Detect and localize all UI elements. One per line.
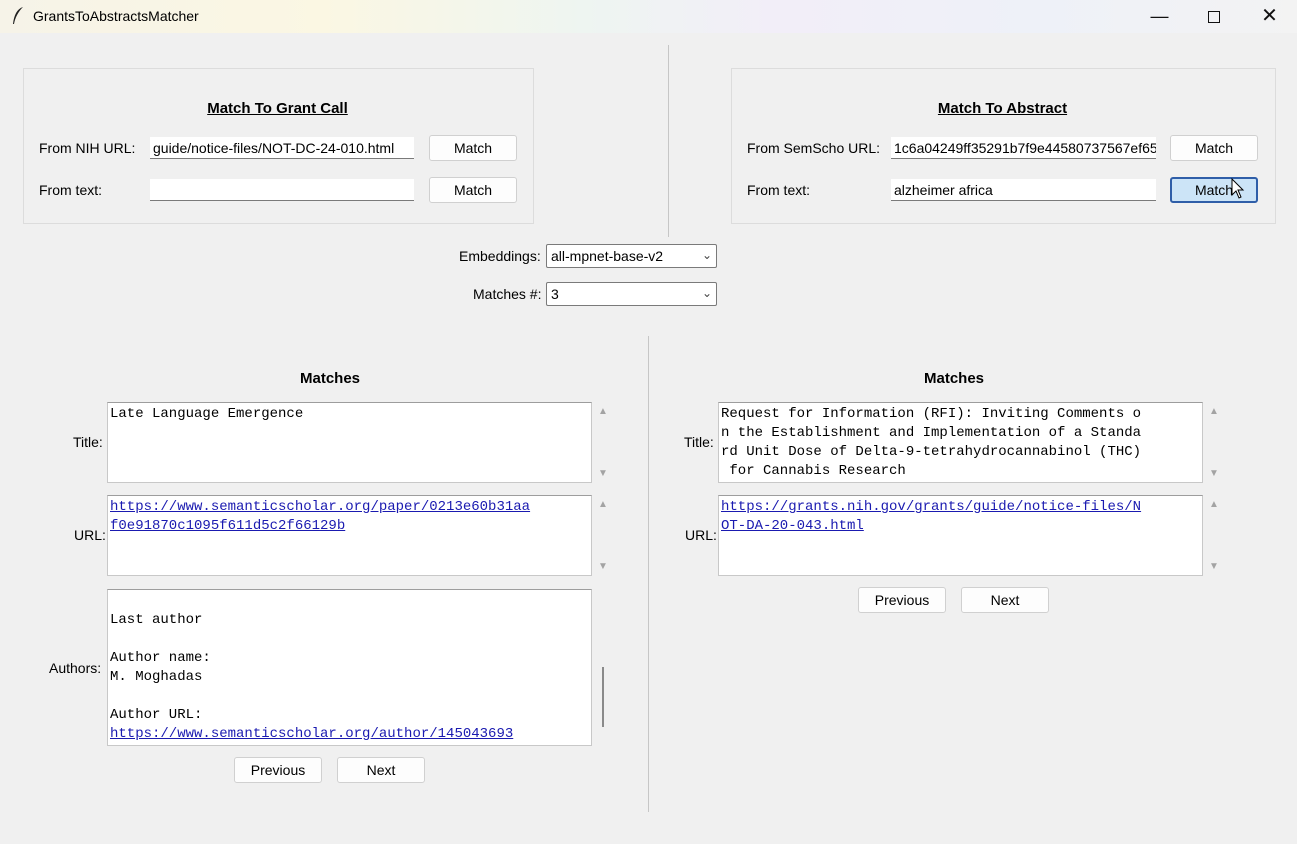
left-authors-label: Authors:	[49, 660, 102, 676]
scroll-up-icon[interactable]: ▲	[1209, 499, 1219, 510]
left-authors-scrollbar[interactable]	[593, 589, 613, 746]
right-url-label: URL:	[685, 527, 717, 543]
title-bar: GrantsToAbstractsMatcher — ✕	[0, 0, 1297, 33]
matches-count-select[interactable]: 3 ⌄	[546, 282, 717, 306]
left-authors-textbox[interactable]: Last author Author name: M. Moghadas Aut…	[107, 589, 592, 746]
results-divider	[648, 336, 649, 812]
left-url-textbox[interactable]: https://www.semanticscholar.org/paper/02…	[107, 495, 592, 576]
semscho-url-label: From SemScho URL:	[747, 140, 881, 156]
left-url-link-line1[interactable]: https://www.semanticscholar.org/paper/02…	[110, 499, 530, 515]
right-title-line2: n the Establishment and Implementation o…	[721, 425, 1142, 441]
scrollbar-thumb[interactable]	[602, 667, 604, 727]
scroll-down-icon[interactable]: ▼	[598, 468, 608, 479]
author-url-label: Author URL:	[110, 707, 203, 723]
abstract-text-input[interactable]: alzheimer africa	[891, 179, 1156, 201]
scroll-down-icon[interactable]: ▼	[1209, 561, 1219, 572]
right-title-line4: for Cannabis Research	[721, 463, 906, 479]
author-url-link[interactable]: https://www.semanticscholar.org/author/1…	[110, 726, 513, 742]
left-url-link-line2[interactable]: f0e91870c1095f611d5c2f66129b	[110, 518, 345, 534]
left-url-scrollbar[interactable]: ▲ ▼	[593, 495, 613, 576]
semscho-url-input[interactable]: 1c6a04249ff35291b7f9e44580737567ef655	[891, 137, 1156, 159]
maximize-icon[interactable]	[1186, 0, 1241, 33]
grant-text-label: From text:	[39, 182, 103, 198]
left-previous-button[interactable]: Previous	[234, 757, 322, 783]
right-title-textbox[interactable]: Request for Information (RFI): Inviting …	[718, 402, 1203, 483]
matches-count-label: Matches #:	[473, 286, 542, 302]
left-matches-heading: Matches	[299, 370, 361, 387]
right-previous-button[interactable]: Previous	[858, 587, 946, 613]
left-title-label: Title:	[73, 434, 103, 450]
right-url-link-line2[interactable]: OT-DA-20-043.html	[721, 518, 864, 534]
close-icon[interactable]: ✕	[1242, 0, 1297, 33]
right-matches-heading: Matches	[923, 370, 985, 387]
author-name-value: M. Moghadas	[110, 669, 203, 685]
chevron-down-icon: ⌄	[701, 286, 712, 300]
embeddings-select[interactable]: all-mpnet-base-v2 ⌄	[546, 244, 717, 268]
embeddings-label: Embeddings:	[459, 248, 541, 264]
right-title-scrollbar[interactable]: ▲ ▼	[1204, 402, 1224, 483]
right-title-line1: Request for Information (RFI): Inviting …	[721, 406, 1142, 422]
match-to-grant-call-heading: Match To Grant Call	[207, 100, 348, 117]
chevron-down-icon: ⌄	[701, 248, 712, 262]
match-to-abstract-heading: Match To Abstract	[937, 100, 1068, 117]
scroll-up-icon[interactable]: ▲	[598, 406, 608, 417]
nih-url-label: From NIH URL:	[39, 140, 136, 156]
scroll-up-icon[interactable]: ▲	[1209, 406, 1219, 417]
top-divider	[668, 45, 669, 237]
author-name-label: Author name:	[110, 650, 211, 666]
grant-text-input[interactable]	[150, 179, 414, 201]
right-title-label: Title:	[684, 434, 714, 450]
minimize-icon[interactable]: —	[1132, 0, 1187, 33]
right-next-button[interactable]: Next	[961, 587, 1049, 613]
left-title-text: Late Language Emergence	[110, 406, 304, 422]
left-title-textbox[interactable]: Late Language Emergence	[107, 402, 592, 483]
left-next-button[interactable]: Next	[337, 757, 425, 783]
left-title-scrollbar[interactable]: ▲ ▼	[593, 402, 613, 483]
window-title: GrantsToAbstractsMatcher	[33, 8, 199, 24]
scroll-up-icon[interactable]: ▲	[598, 499, 608, 510]
right-url-scrollbar[interactable]: ▲ ▼	[1204, 495, 1224, 576]
right-url-link-line1[interactable]: https://grants.nih.gov/grants/guide/noti…	[721, 499, 1141, 515]
match-grant-text-button[interactable]: Match	[429, 177, 517, 203]
mouse-cursor-icon	[1231, 178, 1245, 199]
match-semscho-url-button[interactable]: Match	[1170, 135, 1258, 161]
feather-icon	[13, 7, 23, 24]
left-url-label: URL:	[74, 527, 106, 543]
right-url-textbox[interactable]: https://grants.nih.gov/grants/guide/noti…	[718, 495, 1203, 576]
abstract-text-label: From text:	[747, 182, 811, 198]
matches-count-value: 3	[551, 286, 559, 302]
embeddings-value: all-mpnet-base-v2	[551, 248, 664, 264]
match-nih-url-button[interactable]: Match	[429, 135, 517, 161]
scroll-down-icon[interactable]: ▼	[1209, 468, 1219, 479]
last-author-heading: Last author	[110, 612, 203, 628]
right-title-line3: rd Unit Dose of Delta-9-tetrahydrocannab…	[721, 444, 1142, 460]
nih-url-input[interactable]: guide/notice-files/NOT-DC-24-010.html	[150, 137, 414, 159]
scroll-down-icon[interactable]: ▼	[598, 561, 608, 572]
